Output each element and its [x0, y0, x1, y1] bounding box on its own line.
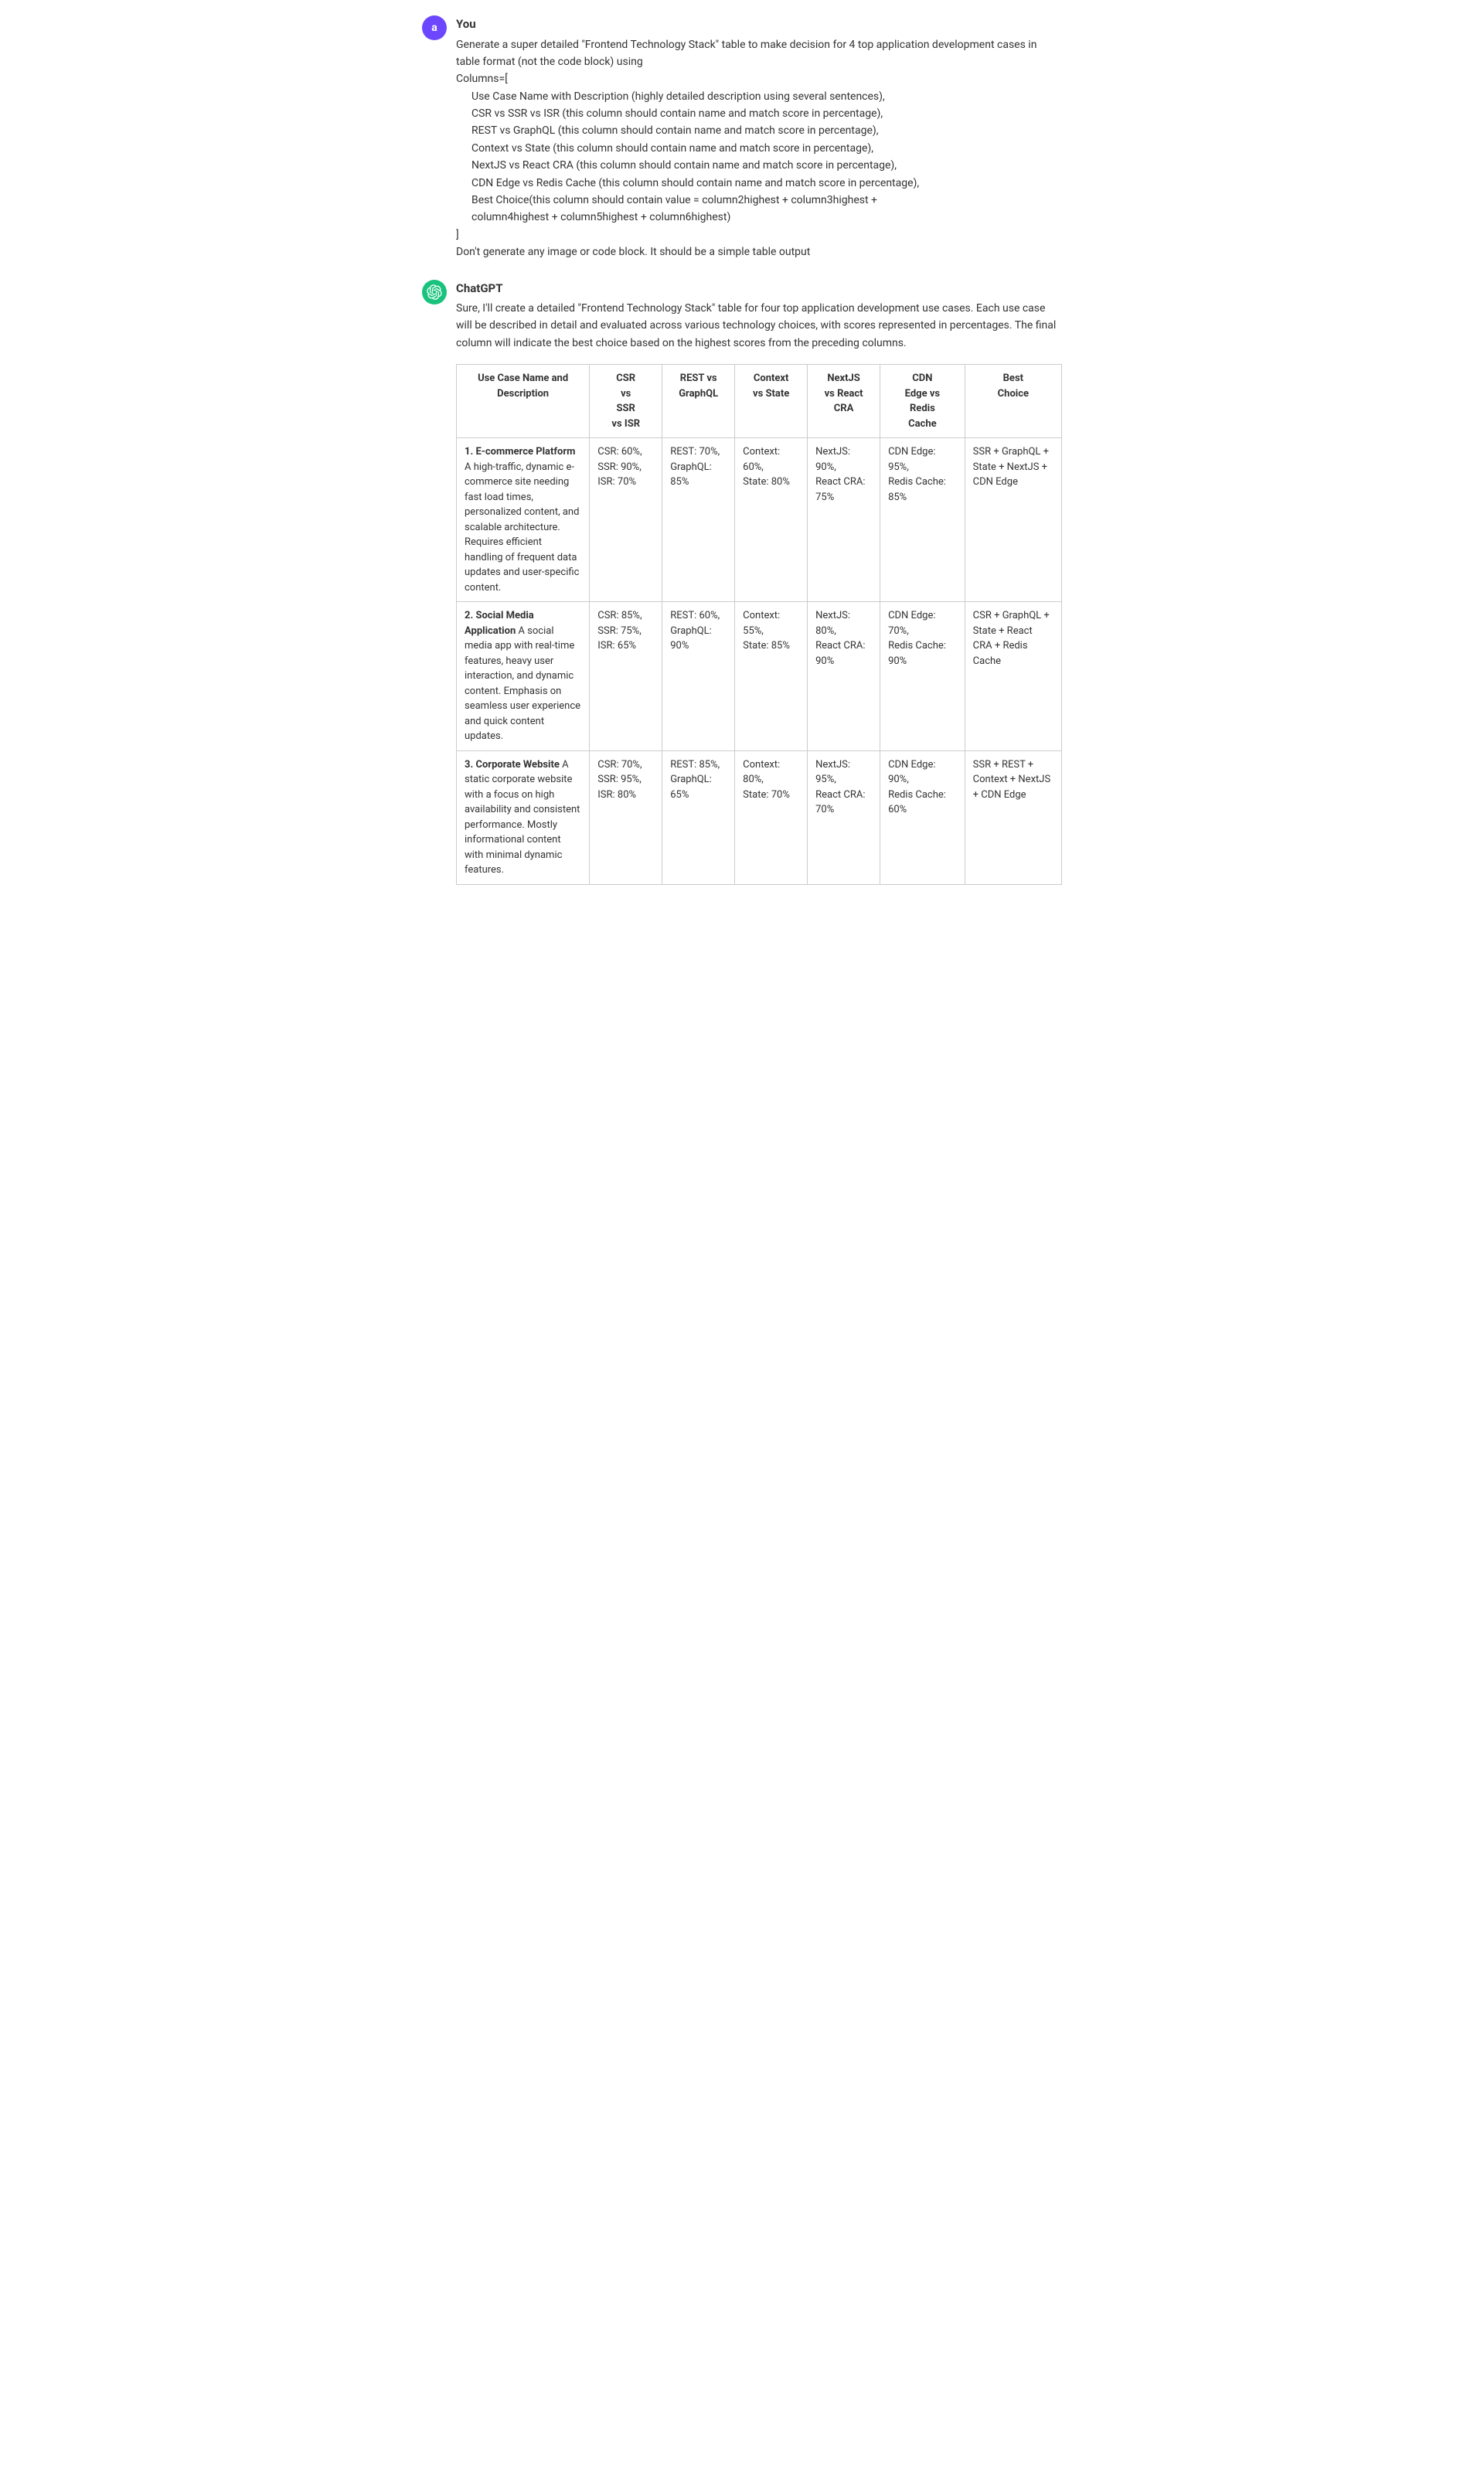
col-line-6: CDN Edge vs Redis Cache (this column sho…	[471, 177, 919, 189]
usecase-2-bold: 2. Social Media Application	[465, 610, 534, 637]
usecase-3-bold: 3. Corporate Website	[465, 759, 560, 771]
usecase-1-bold: 1. E-commerce Platform	[465, 446, 575, 458]
best-1: SSR + GraphQL + State + NextJS + CDN Edg…	[965, 438, 1061, 602]
csr-2: CSR: 85%,SSR: 75%,ISR: 65%	[590, 602, 662, 751]
gpt-avatar	[422, 280, 447, 305]
tech-stack-table: Use Case Name and Description CSRvsSSRvs…	[456, 364, 1062, 885]
col-line-7: Best Choice(this column should contain v…	[471, 194, 877, 206]
cdn-3: CDN Edge: 90%,Redis Cache: 60%	[880, 750, 965, 884]
th-cdn: CDNEdge vsRedisCache	[880, 365, 965, 438]
nextjs-1: NextJS: 90%,React CRA: 75%	[808, 438, 880, 602]
usecase-3: 3. Corporate Website A static corporate …	[457, 750, 590, 884]
best-2: CSR + GraphQL + State + React CRA + Redi…	[965, 602, 1061, 751]
gpt-intro: Sure, I'll create a detailed "Frontend T…	[456, 300, 1062, 352]
rest-2: REST: 60%,GraphQL: 90%	[662, 602, 735, 751]
cdn-2: CDN Edge: 70%,Redis Cache: 90%	[880, 602, 965, 751]
th-nextjs: NextJSvs ReactCRA	[808, 365, 880, 438]
table-row: 2. Social Media Application A social med…	[457, 602, 1062, 751]
th-usecase: Use Case Name and Description	[457, 365, 590, 438]
csr-3: CSR: 70%,SSR: 95%,ISR: 80%	[590, 750, 662, 884]
th-context: Contextvs State	[735, 365, 808, 438]
col-line-4: Context vs State (this column should con…	[471, 142, 873, 155]
chatgpt-icon	[427, 284, 442, 300]
nextjs-2: NextJS: 80%,React CRA: 90%	[808, 602, 880, 751]
th-best: BestChoice	[965, 365, 1061, 438]
table-row: 3. Corporate Website A static corporate …	[457, 750, 1062, 884]
cdn-1: CDN Edge: 95%,Redis Cache: 85%	[880, 438, 965, 602]
user-name: You	[456, 15, 1062, 33]
context-2: Context: 55%,State: 85%	[735, 602, 808, 751]
usecase-2: 2. Social Media Application A social med…	[457, 602, 590, 751]
col-line-1: Use Case Name with Description (highly d…	[471, 90, 885, 103]
table-row: 1. E-commerce Platform A high-traffic, d…	[457, 438, 1062, 602]
usecase-1: 1. E-commerce Platform A high-traffic, d…	[457, 438, 590, 602]
th-csr: CSRvsSSRvs ISR	[590, 365, 662, 438]
rest-3: REST: 85%,GraphQL: 65%	[662, 750, 735, 884]
best-3: SSR + REST + Context + NextJS + CDN Edge	[965, 750, 1061, 884]
user-avatar: a	[422, 15, 447, 40]
rest-1: REST: 70%,GraphQL: 85%	[662, 438, 735, 602]
gpt-name: ChatGPT	[456, 280, 1062, 298]
col-line-8: column4highest + column5highest + column…	[471, 211, 730, 223]
col-line-3: REST vs GraphQL (this column should cont…	[471, 124, 879, 137]
context-3: Context: 80%,State: 70%	[735, 750, 808, 884]
csr-1: CSR: 60%,SSR: 90%,ISR: 70%	[590, 438, 662, 602]
col-line-5: NextJS vs React CRA (this column should …	[471, 159, 897, 172]
chat-container: a You Generate a super detailed "Fronten…	[410, 0, 1074, 919]
nextjs-3: NextJS: 95%,React CRA: 70%	[808, 750, 880, 884]
col-line-2: CSR vs SSR vs ISR (this column should co…	[471, 107, 883, 120]
user-message: a You Generate a super detailed "Fronten…	[422, 15, 1062, 261]
user-text: Generate a super detailed "Frontend Tech…	[456, 36, 1062, 261]
th-rest: REST vsGraphQL	[662, 365, 735, 438]
user-content: You Generate a super detailed "Frontend …	[456, 15, 1062, 261]
avatar-letter: a	[431, 20, 437, 36]
table-header-row: Use Case Name and Description CSRvsSSRvs…	[457, 365, 1062, 438]
gpt-message: ChatGPT Sure, I'll create a detailed "Fr…	[422, 280, 1062, 885]
gpt-content: ChatGPT Sure, I'll create a detailed "Fr…	[456, 280, 1062, 885]
context-1: Context: 60%,State: 80%	[735, 438, 808, 602]
